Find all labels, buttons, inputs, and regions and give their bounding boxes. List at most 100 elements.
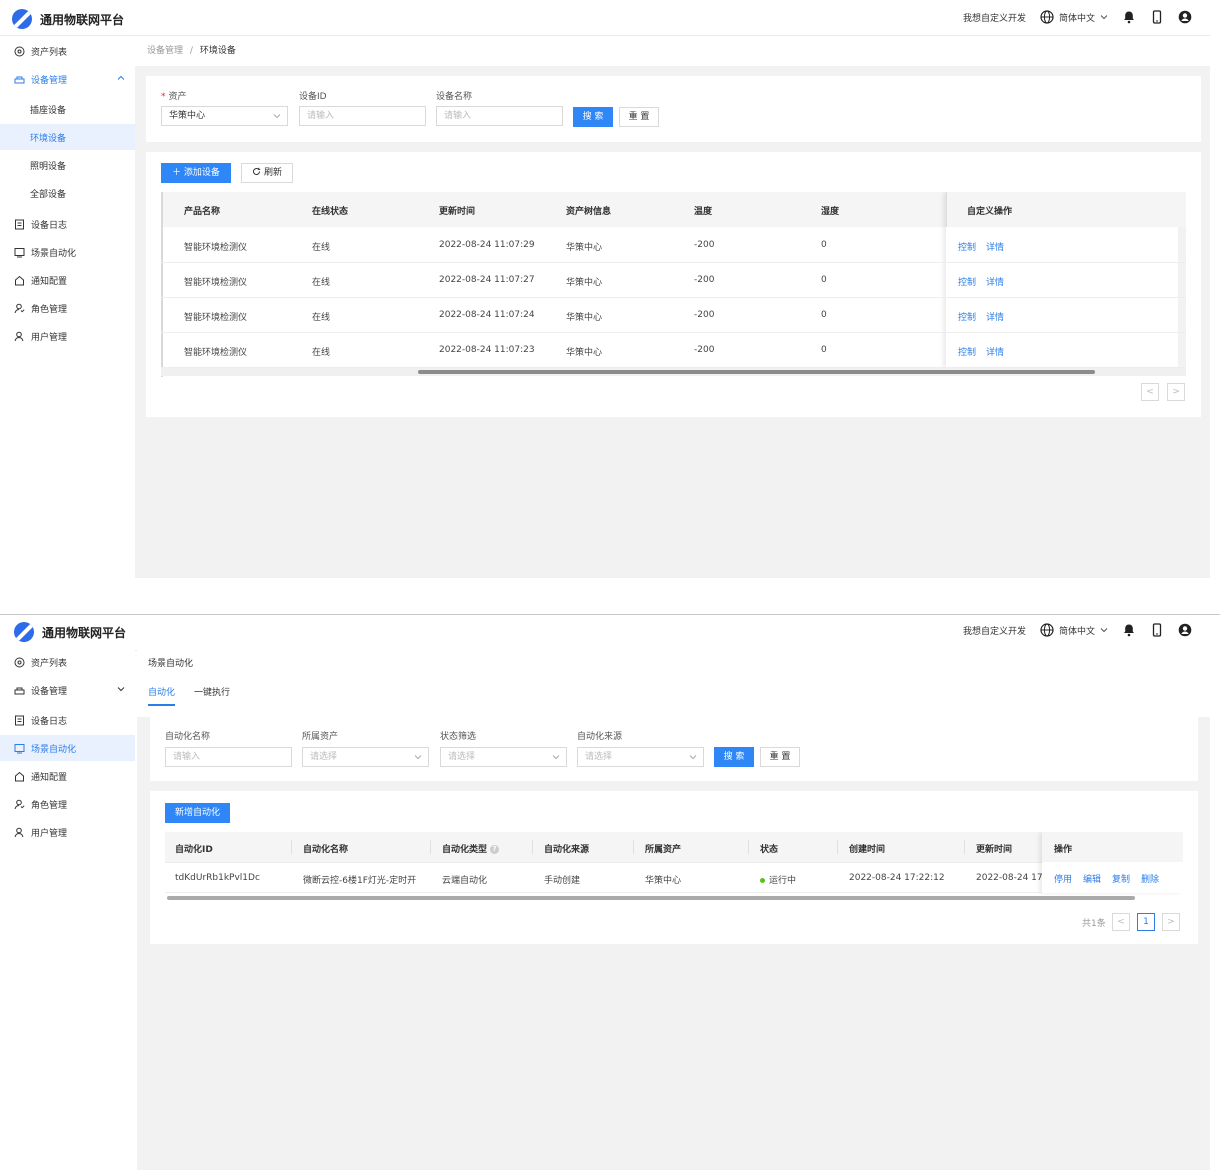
page-1-button[interactable]: 1 xyxy=(1137,913,1155,931)
column-separator xyxy=(748,840,749,854)
sidebar-item-assets[interactable]: 资产列表 xyxy=(0,649,135,675)
edit-link[interactable]: 编辑 xyxy=(1083,872,1101,885)
cell-product-name: 智能环境检测仪 xyxy=(184,313,248,323)
search-button[interactable]: 搜 索 xyxy=(714,747,754,767)
sidebar-item-users[interactable]: 用户管理 xyxy=(0,819,135,845)
col-update-time: 更新时间 xyxy=(439,207,476,217)
col-product-name: 产品名称 xyxy=(184,207,221,217)
user-avatar-icon[interactable] xyxy=(1178,623,1192,637)
sidebar-item-assets[interactable]: 资产列表 xyxy=(0,38,135,64)
sidebar-item-scene[interactable]: 场景自动化 xyxy=(0,735,135,761)
add-automation-button[interactable]: 新增自动化 xyxy=(165,803,230,823)
sidebar-item-env[interactable]: 环境设备 xyxy=(0,124,135,150)
reset-button[interactable]: 重 置 xyxy=(619,107,659,127)
device-name-input[interactable]: 请输入 xyxy=(436,106,563,126)
sidebar-label: 设备日志 xyxy=(31,716,68,727)
horizontal-scrollbar[interactable] xyxy=(167,896,1135,900)
language-switch[interactable]: 简体中文 xyxy=(1040,10,1108,24)
help-icon[interactable]: ? xyxy=(490,845,500,854)
control-link[interactable]: 控制 xyxy=(958,345,976,358)
user-avatar-icon[interactable] xyxy=(1178,10,1192,24)
search-button[interactable]: 搜 索 xyxy=(573,107,613,127)
required-mark: * xyxy=(161,92,166,102)
sidebar-item-roles[interactable]: 角色管理 xyxy=(0,295,135,321)
sidebar-label: 场景自动化 xyxy=(31,744,77,755)
device-id-input[interactable]: 请输入 xyxy=(299,106,426,126)
sidebar-item-all-devices[interactable]: 全部设备 xyxy=(0,180,135,206)
sidebar-item-device-mgmt[interactable]: 设备管理 xyxy=(0,677,135,703)
sidebar-item-scene[interactable]: 场景自动化 xyxy=(0,239,135,265)
prev-page-button[interactable]: < xyxy=(1141,383,1159,401)
main-content: 设备管理 / 环境设备 * 资产 华策中心 设备ID 请输入 设备名称 请输入 搜… xyxy=(135,36,1210,578)
chevron-up-icon xyxy=(117,75,125,80)
sidebar-label: 用户管理 xyxy=(31,828,68,839)
sidebar-item-roles[interactable]: 角色管理 xyxy=(0,791,135,817)
sidebar-label: 插座设备 xyxy=(30,105,67,116)
add-device-button[interactable]: ＋ 添加设备 xyxy=(161,163,231,183)
sidebar-item-users[interactable]: 用户管理 xyxy=(0,323,135,349)
detail-link[interactable]: 详情 xyxy=(986,240,1004,253)
next-page-button[interactable]: > xyxy=(1167,383,1185,401)
top-bar: 通用物联网平台 我想自定义开发 简体中文 xyxy=(0,615,1210,651)
cell-temperature: -200 xyxy=(694,345,715,355)
tab-automation[interactable]: 自动化 xyxy=(148,685,176,706)
asset-select[interactable]: 请选择 xyxy=(302,747,429,767)
cell-asset: 华策中心 xyxy=(566,278,603,288)
control-link[interactable]: 控制 xyxy=(958,310,976,323)
asset-select[interactable]: 华策中心 xyxy=(161,106,288,126)
cell-automation-type: 云端自动化 xyxy=(442,876,488,886)
refresh-button[interactable]: 刷新 xyxy=(241,163,293,183)
sidebar-item-device-log[interactable]: 设备日志 xyxy=(0,707,135,733)
sidebar-item-lighting[interactable]: 照明设备 xyxy=(0,152,135,178)
source-label: 自动化来源 xyxy=(577,732,623,742)
bell-icon[interactable] xyxy=(1122,10,1136,24)
delete-link[interactable]: 删除 xyxy=(1141,872,1159,885)
asset-select-value: 华策中心 xyxy=(169,111,206,121)
tab-one-click[interactable]: 一键执行 xyxy=(194,685,230,704)
col-automation-type: 自动化类型? xyxy=(442,842,500,855)
copy-link[interactable]: 复制 xyxy=(1112,872,1130,885)
dev-link[interactable]: 我想自定义开发 xyxy=(963,624,1026,637)
detail-link[interactable]: 详情 xyxy=(986,345,1004,358)
status-select[interactable]: 请选择 xyxy=(440,747,567,767)
chevron-down-icon xyxy=(1100,15,1108,20)
detail-link[interactable]: 详情 xyxy=(986,310,1004,323)
cell-online-status: 在线 xyxy=(312,278,331,288)
sidebar-item-device-log[interactable]: 设备日志 xyxy=(0,211,135,237)
disable-link[interactable]: 停用 xyxy=(1054,872,1072,885)
sidebar-item-notify[interactable]: 通知配置 xyxy=(0,763,135,789)
sidebar-item-socket[interactable]: 插座设备 xyxy=(0,96,135,122)
bell-icon[interactable] xyxy=(1122,623,1136,637)
horizontal-scrollbar[interactable] xyxy=(418,370,1095,374)
mobile-icon[interactable] xyxy=(1150,623,1164,637)
source-select[interactable]: 请选择 xyxy=(577,747,704,767)
cell-product-name: 智能环境检测仪 xyxy=(184,243,248,253)
reset-button[interactable]: 重 置 xyxy=(760,747,800,767)
mobile-icon[interactable] xyxy=(1150,10,1164,24)
cell-status: 运行中 xyxy=(760,873,796,886)
prev-page-button[interactable]: < xyxy=(1112,913,1130,931)
sidebar-item-notify[interactable]: 通知配置 xyxy=(0,267,135,293)
control-link[interactable]: 控制 xyxy=(958,275,976,288)
sidebar-label: 设备管理 xyxy=(31,75,68,86)
cell-automation-source: 手动创建 xyxy=(544,876,581,886)
detail-link[interactable]: 详情 xyxy=(986,275,1004,288)
dev-link[interactable]: 我想自定义开发 xyxy=(963,11,1026,24)
asset-icon xyxy=(14,46,25,56)
page-title: 场景自动化 xyxy=(148,659,194,669)
cell-humidity: 0 xyxy=(821,240,827,250)
control-link[interactable]: 控制 xyxy=(958,240,976,253)
col-automation-name: 自动化名称 xyxy=(303,845,349,855)
language-switch[interactable]: 简体中文 xyxy=(1040,623,1108,637)
asset-icon xyxy=(14,657,25,667)
breadcrumb-parent[interactable]: 设备管理 xyxy=(147,46,183,56)
cell-temperature: -200 xyxy=(694,240,715,250)
column-separator xyxy=(291,840,292,854)
chevron-down-icon xyxy=(117,687,125,692)
cell-product-name: 智能环境检测仪 xyxy=(184,278,248,288)
sidebar-item-device-mgmt[interactable]: 设备管理 xyxy=(0,66,135,92)
device-icon xyxy=(14,76,25,83)
automation-name-input[interactable]: 请输入 xyxy=(165,747,292,767)
cell-online-status: 在线 xyxy=(312,348,331,358)
next-page-button[interactable]: > xyxy=(1162,913,1180,931)
